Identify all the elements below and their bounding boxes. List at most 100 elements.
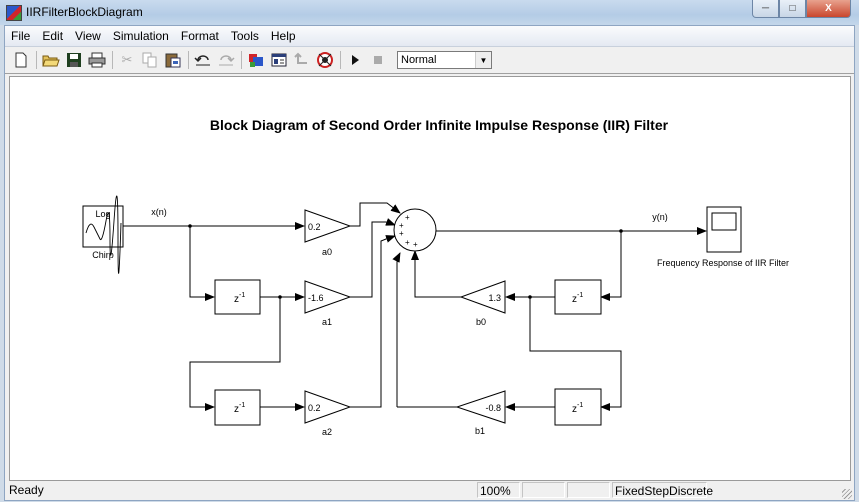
status-zoom: 100% [477, 482, 520, 498]
line-a1-to-sum[interactable] [350, 218, 396, 298]
menu-view[interactable]: View [69, 26, 107, 46]
toolbar-separator [36, 51, 37, 69]
model-window: File Edit View Simulation Format Tools H… [4, 25, 855, 501]
gain-a2-value: 0.2 [308, 403, 321, 413]
maximize-icon: □ [789, 3, 796, 14]
close-button[interactable]: X [806, 0, 851, 18]
line-b1-to-sum[interactable] [392, 252, 401, 407]
title-bar: IIRFilterBlockDiagram ─ □ X [0, 0, 859, 25]
model-canvas[interactable]: Block Diagram of Second Order Infinite I… [9, 76, 851, 481]
redo-button[interactable] [216, 50, 236, 70]
chevron-down-icon[interactable]: ▼ [475, 52, 491, 68]
line-b0-to-sum[interactable] [411, 250, 461, 298]
gain-b1[interactable]: -0.8 [455, 390, 506, 424]
save-disk-icon [67, 53, 81, 67]
toolbar-separator [340, 51, 341, 69]
stop-icon [374, 56, 382, 64]
scope-screen-icon [711, 212, 737, 231]
scissors-icon: ✂ [121, 52, 133, 67]
minimize-icon: ─ [761, 3, 770, 14]
close-icon: X [825, 3, 832, 14]
stop-simulation-button[interactable] [368, 50, 388, 70]
gain-a1[interactable]: -1.6 [304, 280, 352, 314]
window-title: IIRFilterBlockDiagram [26, 5, 143, 19]
undo-button[interactable] [193, 50, 213, 70]
open-folder-icon [42, 55, 60, 67]
menu-format[interactable]: Format [175, 26, 225, 46]
go-to-parent-button[interactable] [292, 50, 312, 70]
parent-icon [294, 52, 307, 64]
gain-a0-label: a0 [322, 247, 332, 257]
gain-b1-label: b1 [475, 426, 485, 436]
minimize-button[interactable]: ─ [752, 0, 779, 18]
unit-delay-y2[interactable]: z-1 [554, 388, 602, 426]
undo-icon [194, 55, 210, 66]
status-field [567, 482, 610, 498]
unit-delay-x1[interactable]: z-1 [214, 279, 261, 315]
resize-grip[interactable] [842, 489, 852, 499]
simulation-mode-value: Normal [401, 54, 437, 66]
gain-b0-value: 1.3 [488, 293, 501, 303]
menu-tools[interactable]: Tools [225, 26, 265, 46]
debug-icon [317, 52, 333, 68]
printer-icon [88, 52, 106, 68]
chirp-label: Chirp [92, 250, 114, 260]
new-model-button[interactable] [11, 50, 31, 70]
menu-file[interactable]: File [5, 26, 36, 46]
save-button[interactable] [64, 50, 84, 70]
sum-sign: + [405, 213, 410, 222]
redo-icon [219, 55, 235, 66]
diagram-title: Block Diagram of Second Order Infinite I… [210, 117, 669, 133]
branch-point [278, 295, 282, 299]
output-signal-label: y(n) [652, 212, 668, 222]
unit-delay-x2[interactable]: z-1 [214, 389, 261, 426]
branch-point [528, 295, 532, 299]
line-to-delay-1[interactable] [189, 226, 215, 301]
input-signal-lines [123, 222, 305, 411]
menu-help[interactable]: Help [265, 26, 302, 46]
copy-button[interactable] [140, 50, 160, 70]
toolbar-separator [112, 51, 113, 69]
menu-simulation[interactable]: Simulation [107, 26, 175, 46]
play-icon [352, 55, 359, 65]
simulink-app-icon [6, 5, 22, 21]
start-simulation-button[interactable] [345, 50, 365, 70]
gain-b1-value: -0.8 [485, 403, 501, 413]
toolbar-separator [188, 51, 189, 69]
unit-delay-y1[interactable]: z-1 [554, 279, 602, 315]
scope-block[interactable] [706, 206, 742, 253]
menu-bar: File Edit View Simulation Format Tools H… [5, 26, 854, 47]
branch-point [188, 224, 192, 228]
gain-a0-value: 0.2 [308, 222, 321, 232]
paste-button[interactable] [163, 50, 183, 70]
gain-a0[interactable]: 0.2 [304, 209, 352, 243]
block-diagram: Block Diagram of Second Order Infinite I… [82, 117, 789, 437]
new-document-icon [15, 52, 27, 68]
copy-icon [142, 52, 157, 68]
cut-button[interactable]: ✂ [117, 50, 137, 70]
library-browser-icon [249, 54, 263, 67]
status-field [522, 482, 565, 498]
open-button[interactable] [41, 50, 61, 70]
gain-a2[interactable]: 0.2 [304, 390, 352, 424]
status-bar: Ready 100% FixedStepDiscrete [5, 481, 854, 500]
toolbar-separator [241, 51, 242, 69]
chirp-block[interactable]: Log [82, 195, 124, 274]
sum-sign: + [405, 238, 410, 247]
input-signal-label: x(n) [151, 207, 167, 217]
status-message: Ready [9, 483, 44, 497]
gain-b0[interactable]: 1.3 [459, 280, 506, 314]
simulation-mode-select[interactable]: Normal ▼ [397, 51, 492, 69]
gain-a1-label: a1 [322, 317, 332, 327]
library-browser-button[interactable] [246, 50, 266, 70]
print-button[interactable] [87, 50, 107, 70]
line-a0-to-sum[interactable] [350, 202, 401, 227]
chirp-block-text: Log [95, 209, 110, 219]
toolbar: ✂ Normal ▼ [5, 47, 854, 74]
sum-block[interactable]: + + + + + [393, 208, 437, 252]
debug-button[interactable] [315, 50, 335, 70]
maximize-button[interactable]: □ [779, 0, 806, 18]
menu-edit[interactable]: Edit [36, 26, 69, 46]
model-explorer-button[interactable] [269, 50, 289, 70]
line-to-delay-y1[interactable] [600, 231, 622, 301]
